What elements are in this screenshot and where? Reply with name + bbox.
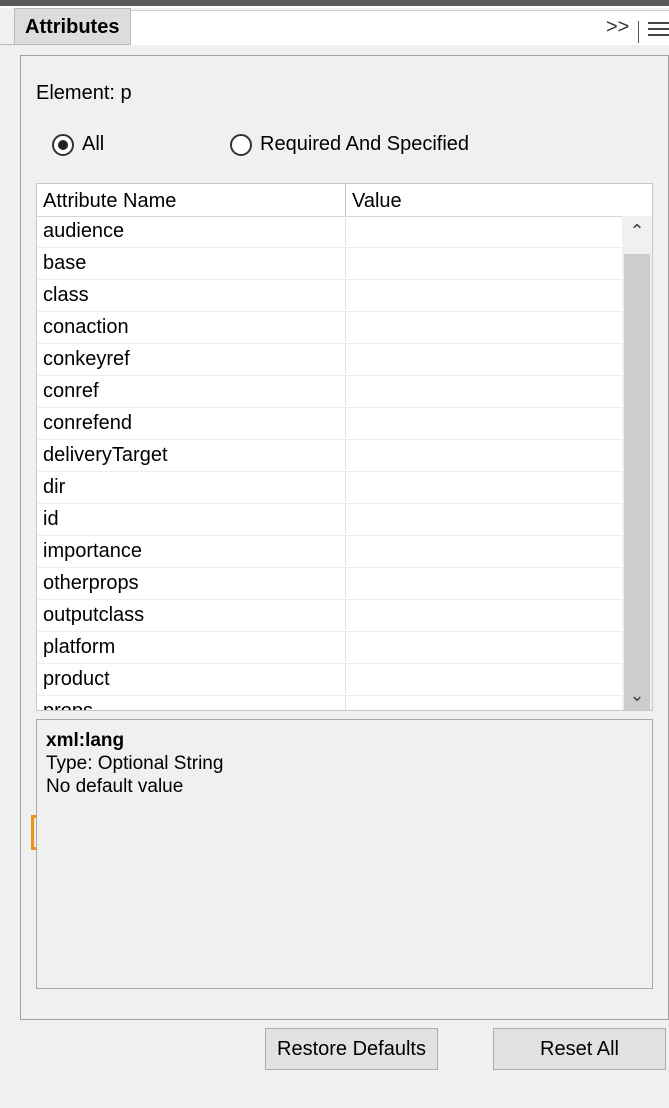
attribute-name-cell[interactable]: otherprops (37, 568, 346, 598)
table-body: audience base class conaction conkeyref conre… (37, 216, 622, 710)
table-row[interactable]: otherprops (37, 568, 622, 600)
attribute-name-cell[interactable]: importance (37, 536, 346, 566)
table-row[interactable]: deliveryTarget (37, 440, 622, 472)
attribute-name-cell[interactable]: dir (37, 472, 346, 502)
attribute-name-cell[interactable]: conaction (37, 312, 346, 342)
attribute-value-cell[interactable] (346, 408, 622, 438)
attribute-name-cell[interactable]: platform (37, 632, 346, 662)
table-row[interactable]: product (37, 664, 622, 696)
window-top-strip (0, 0, 669, 8)
table-row[interactable]: conaction (37, 312, 622, 344)
attribute-value-cell[interactable] (346, 632, 622, 662)
attribute-value-cell[interactable] (346, 216, 622, 246)
tab-separator (638, 21, 639, 43)
tab-bar-fill (131, 10, 669, 45)
attribute-name-cell[interactable]: conref (37, 376, 346, 406)
attribute-name-cell[interactable]: conrefend (37, 408, 346, 438)
attribute-name-cell[interactable]: class (37, 280, 346, 310)
attribute-value-cell[interactable] (346, 248, 622, 278)
table-scrollbar[interactable]: ⌃ ⌄ (622, 216, 652, 710)
table-row[interactable]: conref (37, 376, 622, 408)
radio-unchecked-icon[interactable] (230, 133, 252, 156)
attribute-name-cell[interactable]: product (37, 664, 346, 694)
attribute-name-cell[interactable]: audience (37, 216, 346, 246)
table-row[interactable]: dir (37, 472, 622, 504)
radio-required-and-specified[interactable]: Required And Specified (230, 133, 469, 156)
radio-required-label: Required And Specified (260, 133, 470, 155)
attribute-value-cell[interactable] (346, 344, 622, 374)
attribute-description: xml:lang Type: Optional String No defaul… (36, 719, 653, 989)
table-row[interactable]: id (37, 504, 622, 536)
table-row[interactable]: base (37, 248, 622, 280)
attribute-value-cell[interactable] (346, 376, 622, 406)
element-label: Element: p (36, 82, 132, 104)
attribute-value-cell[interactable] (346, 696, 622, 710)
attribute-value-cell[interactable] (346, 312, 622, 342)
reset-all-button[interactable]: Reset All (493, 1028, 666, 1070)
overflow-chevron-icon[interactable]: >> (606, 16, 629, 39)
tab-attributes[interactable]: Attributes (14, 8, 131, 44)
table-row[interactable]: platform (37, 632, 622, 664)
description-title: xml:lang (46, 730, 125, 751)
table-row[interactable]: importance (37, 536, 622, 568)
attributes-table: Attribute Name Value audience base class co… (36, 183, 653, 711)
attribute-value-cell[interactable] (346, 280, 622, 310)
attribute-value-cell[interactable] (346, 504, 622, 534)
description-default: No default value (46, 776, 184, 797)
column-header-attribute-name[interactable]: Attribute Name (37, 184, 346, 216)
attribute-value-cell[interactable] (346, 440, 622, 470)
attribute-value-cell[interactable] (346, 600, 622, 630)
attribute-value-cell[interactable] (346, 472, 622, 502)
radio-all-label: All (82, 133, 105, 155)
hamburger-menu-icon[interactable] (648, 22, 669, 42)
table-row[interactable]: audience (37, 216, 622, 248)
column-header-value[interactable]: Value (346, 184, 636, 216)
attribute-value-cell[interactable] (346, 664, 622, 694)
radio-all[interactable]: All (52, 133, 104, 156)
chevron-down-icon[interactable]: ⌄ (622, 680, 652, 710)
attribute-name-cell[interactable]: base (37, 248, 346, 278)
attribute-name-cell[interactable]: props (37, 696, 346, 710)
radio-checked-icon[interactable] (52, 133, 74, 156)
chevron-up-icon[interactable]: ⌃ (622, 216, 652, 246)
attribute-value-cell[interactable] (346, 536, 622, 566)
description-type: Type: Optional String (46, 753, 224, 774)
attribute-name-cell[interactable]: deliveryTarget (37, 440, 346, 470)
table-row[interactable]: props (37, 696, 622, 710)
attribute-value-cell[interactable] (346, 568, 622, 598)
table-row[interactable]: class (37, 280, 622, 312)
table-row[interactable]: outputclass (37, 600, 622, 632)
table-header: Attribute Name Value (37, 184, 652, 217)
restore-defaults-button[interactable]: Restore Defaults (265, 1028, 438, 1070)
attribute-name-cell[interactable]: conkeyref (37, 344, 346, 374)
table-row[interactable]: conkeyref (37, 344, 622, 376)
attribute-name-cell[interactable]: outputclass (37, 600, 346, 630)
table-row[interactable]: conrefend (37, 408, 622, 440)
attribute-name-cell[interactable]: id (37, 504, 346, 534)
scrollbar-thumb[interactable] (624, 254, 650, 710)
